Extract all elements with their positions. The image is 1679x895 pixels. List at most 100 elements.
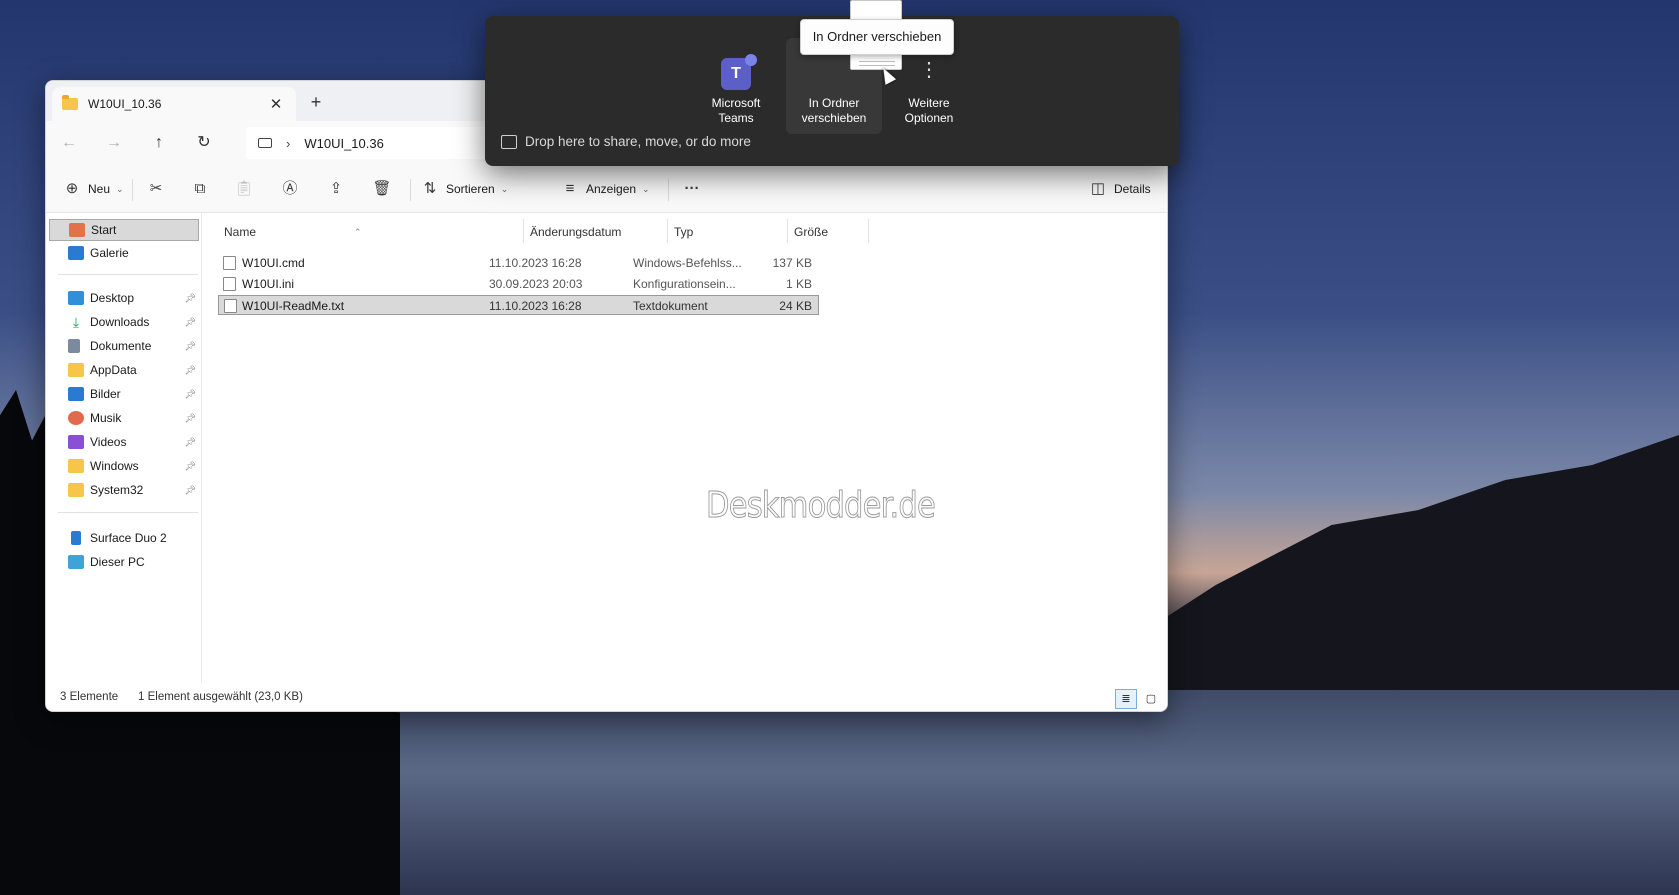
pin-icon[interactable]: 📌︎ (185, 437, 196, 448)
column-header-date[interactable]: Änderungsdatum (524, 221, 667, 243)
cut-button[interactable]: ✂ (144, 177, 168, 201)
pin-icon[interactable]: 📌︎ (185, 341, 196, 352)
sidebar-item-start[interactable]: Start (49, 219, 199, 241)
table-row-selected[interactable]: W10UI-ReadMe.txt 11.10.2023 16:28 Textdo… (218, 295, 819, 315)
sidebar-item-windows[interactable]: Windows 📌︎ (49, 455, 199, 477)
details-pane-icon: ◫ (1090, 180, 1106, 197)
sidebar-item-label: Bilder (90, 387, 121, 401)
table-row[interactable]: W10UI.ini 30.09.2023 20:03 Konfiguration… (218, 274, 819, 294)
new-button[interactable]: ⊕ Neu ⌄ (60, 177, 124, 201)
sidebar-item-label: Surface Duo 2 (90, 531, 167, 545)
file-date: 11.10.2023 16:28 (489, 299, 582, 313)
more-icon: ··· (684, 180, 700, 197)
rename-button[interactable]: Ⓐ (278, 177, 302, 201)
sidebar-item-bilder[interactable]: Bilder 📌︎ (49, 383, 199, 405)
pin-icon[interactable]: 📌︎ (185, 365, 196, 376)
sidebar-item-label: Desktop (90, 291, 135, 305)
file-type: Konfigurationsein... (633, 277, 736, 291)
script-file-icon (223, 256, 236, 270)
details-label: Details (1114, 182, 1151, 196)
details-button[interactable]: ◫ Details (1086, 177, 1151, 201)
sidebar-item-surface-duo[interactable]: Surface Duo 2 (49, 527, 199, 549)
plus-circle-icon: ⊕ (65, 180, 79, 197)
settings-file-icon (223, 277, 236, 291)
close-tab-icon[interactable]: ✕ (266, 95, 286, 113)
rename-icon: Ⓐ (282, 180, 298, 197)
sidebar-item-dokumente[interactable]: Dokumente 📌︎ (49, 335, 199, 357)
file-size: 137 KB (772, 256, 812, 270)
pc-icon (258, 138, 272, 148)
divider (132, 179, 133, 201)
forward-button[interactable]: → (101, 131, 127, 155)
folder-icon (68, 483, 84, 497)
chevron-down-icon: ⌄ (500, 183, 509, 194)
sidebar-item-appdata[interactable]: AppData 📌︎ (49, 359, 199, 381)
videos-icon (68, 435, 84, 449)
desktop-mountain (1100, 435, 1679, 720)
file-date: 30.09.2023 20:03 (489, 277, 583, 291)
sidebar-item-musik[interactable]: Musik 📌︎ (49, 407, 199, 429)
share-button[interactable]: ⇪ (324, 177, 348, 201)
file-name: W10UI.cmd (242, 256, 305, 270)
sidebar-item-dieser-pc[interactable]: Dieser PC (49, 551, 199, 573)
pin-icon[interactable]: 📌︎ (185, 293, 196, 304)
sidebar-item-downloads[interactable]: ⤓ Downloads 📌︎ (49, 311, 199, 333)
back-button[interactable]: ← (56, 131, 82, 155)
tab-w10ui[interactable]: W10UI_10.36 ✕ (52, 87, 296, 121)
share-option-label: In Ordner (808, 96, 860, 110)
sort-button[interactable]: ⇅ Sortieren ⌄ (418, 177, 509, 201)
new-tab-button[interactable]: + (304, 91, 328, 115)
folder-icon (68, 363, 84, 377)
pin-icon[interactable]: 📌︎ (185, 317, 196, 328)
pin-icon[interactable]: 📌︎ (185, 389, 196, 400)
sidebar-item-galerie[interactable]: Galerie (49, 242, 199, 264)
share-option-teams[interactable]: T Microsoft Teams (688, 38, 784, 134)
share-option-label: Microsoft (711, 96, 761, 110)
paste-button[interactable]: 📋︎ (232, 177, 256, 201)
copy-button[interactable]: ⧉ (188, 177, 212, 201)
details-view-icon[interactable]: ≣ (1115, 689, 1137, 709)
column-label: Größe (794, 225, 829, 239)
pin-icon[interactable]: 📌︎ (185, 461, 196, 472)
sidebar-item-label: Downloads (90, 315, 150, 329)
sidebar-item-label: Start (91, 223, 117, 237)
share-option-label: verschieben (801, 111, 867, 125)
sort-label: Sortieren (446, 182, 495, 196)
share-option-label: Optionen (904, 111, 954, 125)
breadcrumb-folder[interactable]: W10UI_10.36 (304, 136, 384, 151)
view-button[interactable]: ≡ Anzeigen ⌄ (558, 177, 650, 201)
file-list: ⌃ Name Änderungsdatum Typ Größe W10UI.cm… (203, 213, 1167, 683)
column-divider[interactable] (868, 219, 869, 243)
folder-icon (817, 58, 851, 90)
column-header-type[interactable]: Typ (668, 221, 786, 243)
text-file-icon (224, 299, 237, 313)
divider (58, 274, 198, 275)
more-options-button[interactable]: ··· (680, 177, 704, 201)
file-type: Textdokument (633, 299, 708, 313)
table-row[interactable]: W10UI.cmd 11.10.2023 16:28 Windows-Befeh… (218, 253, 819, 273)
column-header-name[interactable]: ⌃ Name (218, 221, 464, 243)
tooltip: In Ordner verschieben (800, 19, 954, 55)
file-date: 11.10.2023 16:28 (489, 256, 582, 270)
share-option-label: Weitere (908, 96, 950, 110)
column-label: Änderungsdatum (530, 225, 622, 239)
view-label: Anzeigen (586, 182, 637, 196)
sidebar-item-videos[interactable]: Videos 📌︎ (49, 431, 199, 453)
column-label: Typ (674, 225, 694, 239)
scissors-icon: ✂ (149, 180, 163, 197)
pin-icon[interactable]: 📌︎ (185, 413, 196, 424)
file-name: W10UI.ini (242, 277, 295, 291)
documents-icon (68, 339, 80, 353)
chevron-down-icon: ⌄ (116, 183, 124, 194)
column-header-size[interactable]: Größe (788, 221, 868, 243)
chevron-down-icon: ⌄ (642, 183, 650, 194)
sidebar-item-desktop[interactable]: Desktop 📌︎ (49, 287, 199, 309)
pictures-icon (68, 387, 84, 401)
copy-icon: ⧉ (194, 180, 206, 197)
up-button[interactable]: ↑ (146, 131, 172, 155)
delete-button[interactable]: 🗑︎ (370, 177, 394, 201)
sidebar-item-system32[interactable]: System32 📌︎ (49, 479, 199, 501)
refresh-button[interactable]: ↻ (191, 131, 217, 155)
pin-icon[interactable]: 📌︎ (185, 485, 196, 496)
tiles-view-icon[interactable]: ▢ (1140, 689, 1162, 709)
